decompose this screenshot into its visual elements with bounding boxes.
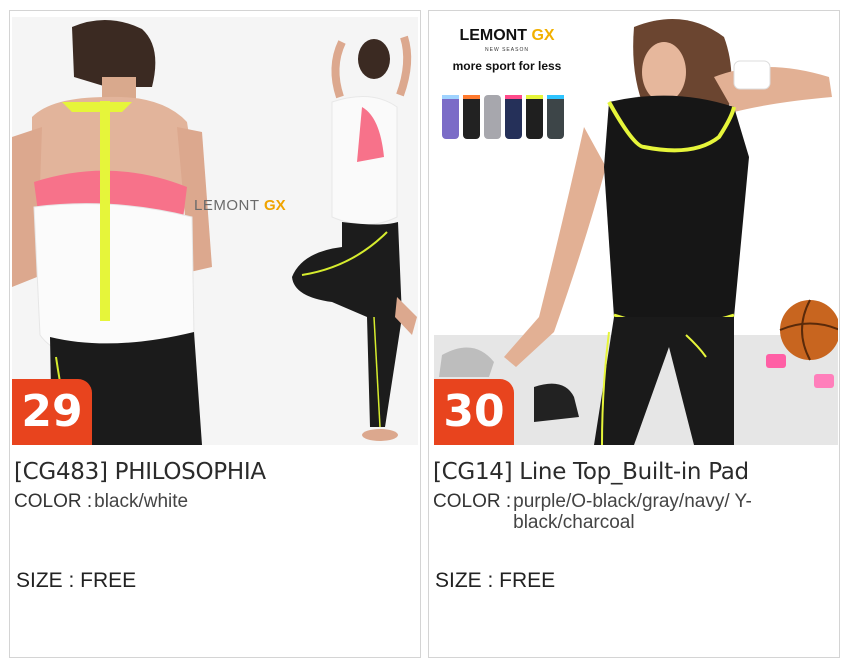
product-number-badge: 29 <box>12 379 92 445</box>
color-value: black/white <box>94 491 189 512</box>
color-value: purple/O-black/gray/navy/ Y-black/charco… <box>513 491 752 533</box>
product-card[interactable]: LEMONT GX 29 [CG483] PHILOSOPHIA COLOR :… <box>9 10 421 658</box>
promo-tagline: more sport for less <box>452 59 562 73</box>
product-size: SIZE : FREE <box>435 569 556 592</box>
promo-brand-accent: GX <box>531 27 555 44</box>
product-color-row: COLOR : purple/O-black/gray/navy/ Y-blac… <box>433 491 783 533</box>
product-color-row: COLOR : black/white <box>14 491 188 513</box>
color-label: COLOR : <box>433 491 512 512</box>
product-size: SIZE : FREE <box>16 569 137 592</box>
brand-logo-text: LEMONT <box>194 197 260 214</box>
product-image[interactable]: LEMONT GX NEW SEASON more sport for less… <box>434 17 838 445</box>
brand-logo: LEMONT GX <box>194 197 286 215</box>
product-title[interactable]: [CG14] Line Top_Built-in Pad <box>433 459 749 485</box>
promo-brand-text: LEMONT <box>459 27 532 44</box>
product-image[interactable]: LEMONT GX 29 <box>12 17 418 445</box>
promo-season: NEW SEASON <box>485 47 529 53</box>
product-title[interactable]: [CG483] PHILOSOPHIA <box>14 459 266 485</box>
product-card[interactable]: LEMONT GX NEW SEASON more sport for less… <box>428 10 840 658</box>
promo-brand: LEMONT GX <box>442 27 572 45</box>
product-number-badge: 30 <box>434 379 514 445</box>
brand-logo-accent: GX <box>263 197 286 214</box>
promo-logo: LEMONT GX NEW SEASON more sport for less <box>442 27 572 73</box>
color-label: COLOR : <box>14 491 93 512</box>
